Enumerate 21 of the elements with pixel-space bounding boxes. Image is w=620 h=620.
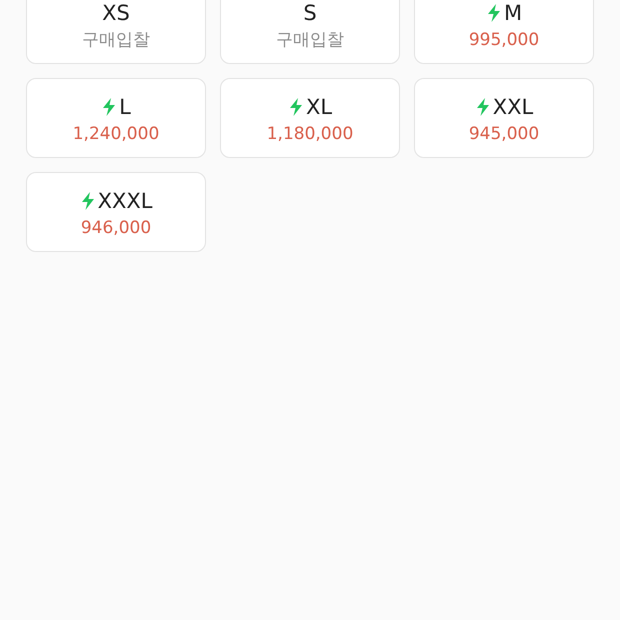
price: 946,000 bbox=[80, 216, 152, 238]
size-label: S bbox=[303, 0, 317, 26]
size-label: M bbox=[504, 0, 522, 26]
size-option[interactable]: XS 구매입찰 bbox=[26, 0, 206, 64]
price: 995,000 bbox=[468, 28, 540, 50]
size-option[interactable]: XXXL 946,000 bbox=[26, 172, 206, 252]
size-option[interactable]: S 구매입찰 bbox=[220, 0, 400, 64]
size-option[interactable]: XXL 945,000 bbox=[414, 78, 594, 158]
size-option[interactable]: XL 1,180,000 bbox=[220, 78, 400, 158]
size-label: XXXL bbox=[98, 188, 152, 214]
price: 945,000 bbox=[468, 122, 540, 144]
size-label: XS bbox=[102, 0, 130, 26]
price: 1,240,000 bbox=[72, 122, 160, 144]
size-label: L bbox=[119, 94, 131, 120]
size-option[interactable]: L 1,240,000 bbox=[26, 78, 206, 158]
size-label: XXL bbox=[492, 94, 534, 120]
bid-label: 구매입찰 bbox=[82, 28, 150, 50]
bid-label: 구매입찰 bbox=[276, 28, 344, 50]
price: 1,180,000 bbox=[266, 122, 354, 144]
size-label: XL bbox=[306, 94, 332, 120]
size-option[interactable]: M 995,000 bbox=[414, 0, 594, 64]
